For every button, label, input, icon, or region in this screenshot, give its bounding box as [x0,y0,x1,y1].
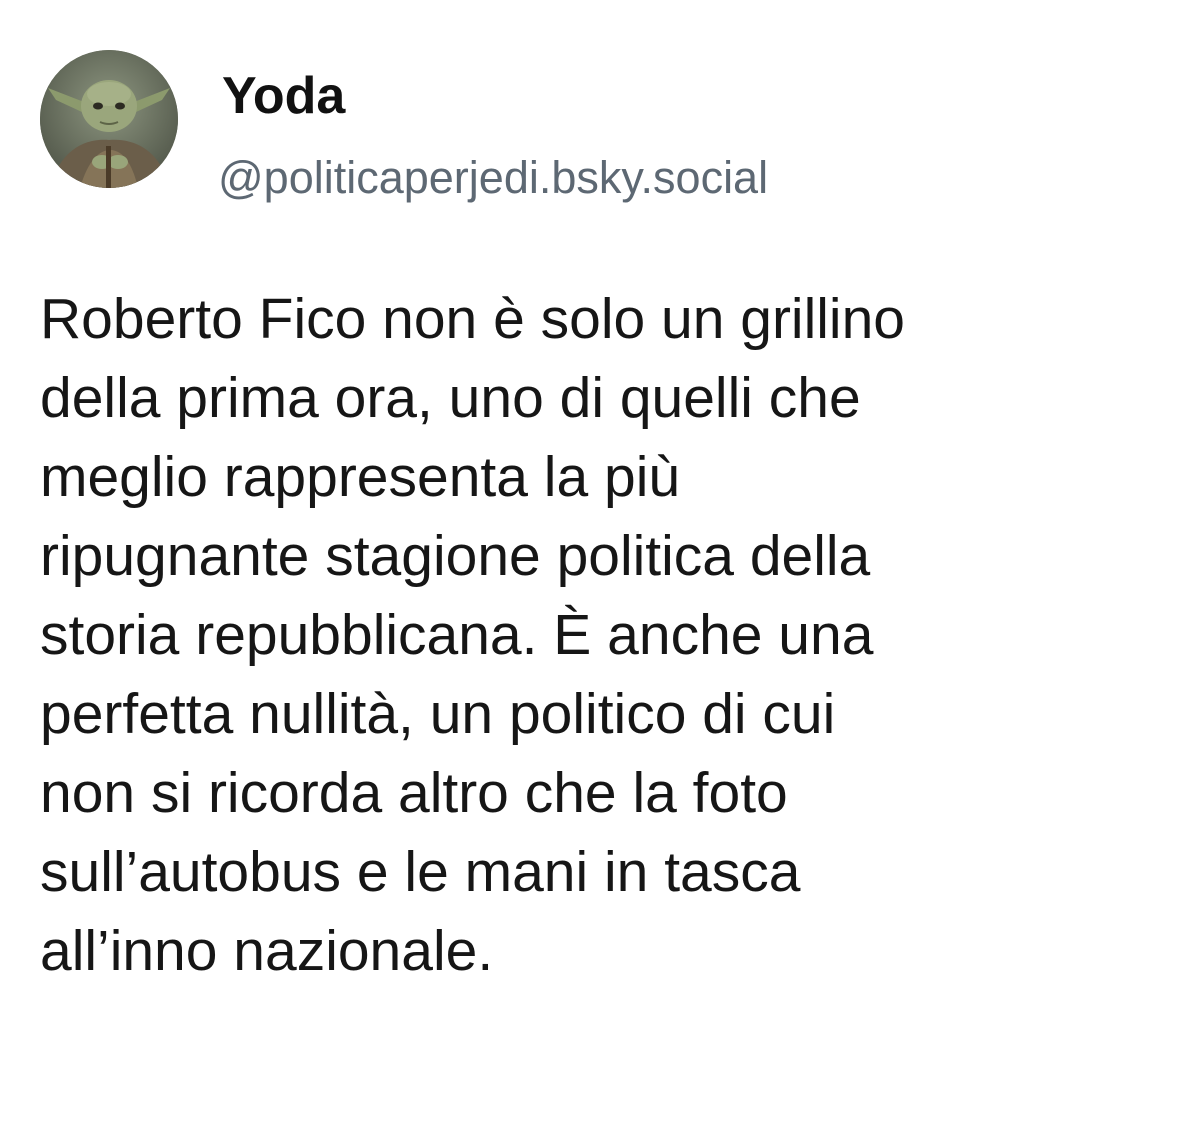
author-name[interactable]: Yoda [222,64,345,128]
post-text-line: della prima ora, uno di quelli che [40,366,861,430]
post-text-line: non si ricorda altro che la foto [40,761,788,825]
avatar[interactable] [40,50,178,188]
yoda-avatar-icon [40,50,178,188]
post-text-line: Roberto Fico non è solo un grillino [40,287,905,351]
post-text: Roberto Fico non è solo un grillino dell… [40,280,1170,991]
post-text-line: perfetta nullità, un politico di cui [40,682,836,746]
author-handle[interactable]: @politicaperjedi.bsky.social [218,148,768,208]
post-text-line: ripugnante stagione politica della [40,524,871,588]
post-text-line: storia repubblicana. È anche una [40,603,874,667]
post-text-line: sull’autobus e le mani in tasca [40,840,801,904]
post-text-line: meglio rappresenta la più [40,445,681,509]
post-card: Yoda @politicaperjedi.bsky.social Robert… [0,0,1200,1127]
post-text-line: all’inno nazionale. [40,919,494,983]
